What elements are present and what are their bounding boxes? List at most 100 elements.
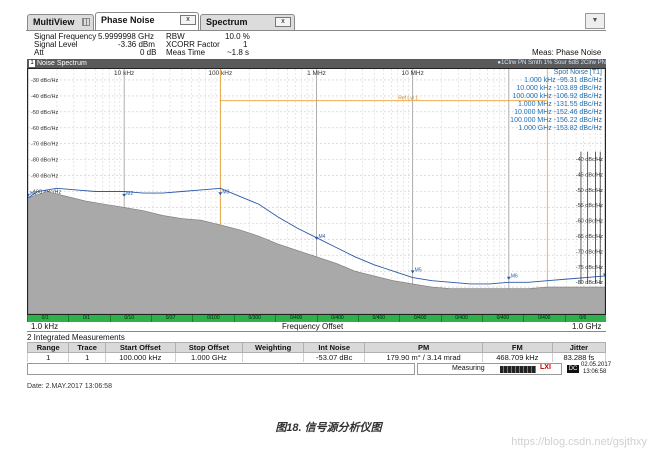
- marker-label: M1: [30, 191, 37, 197]
- col-start-offset: Start Offset: [104, 342, 176, 353]
- col-stop-offset: Stop Offset: [174, 342, 244, 353]
- marker-label: M6: [511, 274, 518, 280]
- marker-label: M4: [319, 234, 326, 240]
- y-right-tick-label: -65 dBc/Hz: [576, 234, 603, 240]
- marker-label: M2: [126, 191, 133, 197]
- col-pm: PM: [364, 342, 483, 353]
- meas-time-label: Meas Time: [166, 48, 206, 57]
- tab-multiview[interactable]: MultiView: [27, 14, 94, 30]
- figure-caption: 图18. 信号源分析仪图: [275, 422, 382, 434]
- y-tick-label: -60 dBc/Hz: [31, 126, 58, 132]
- spot-noise-title: Spot Noise [T1]: [553, 69, 602, 76]
- status-progress-field: Measuring LXI: [417, 363, 562, 375]
- att-value: 0 dB: [140, 48, 157, 57]
- status-time: 13:06:58: [583, 369, 607, 375]
- marker-label: M5: [415, 267, 422, 273]
- range-bar-divider: [523, 315, 525, 322]
- range-bar-divider: [399, 315, 401, 322]
- window-menu-button[interactable]: ▼: [585, 13, 605, 29]
- noise-spectrum-plot[interactable]: 10 kHz 100 kHz 1 MHz 10 MHz -30 dBc/Hz -40 dB…: [27, 68, 606, 315]
- spot-noise-row: 10.000 MHz -152.46 dBc/Hz: [514, 109, 602, 116]
- spot-noise-row: 10.000 kHz -103.89 dBc/Hz: [516, 85, 602, 92]
- status-message-field: [27, 363, 415, 375]
- y-right-tick-label: -60 dBc/Hz: [576, 219, 603, 225]
- marker-label: M3: [222, 189, 229, 195]
- x-center-label: Frequency Offset: [282, 322, 344, 331]
- col-weighting: Weighting: [242, 342, 305, 353]
- watermark: https://blog.csdn.net/gsjthxy: [511, 436, 647, 448]
- range-bar-divider: [151, 315, 153, 322]
- range-bar-label: 0/37: [165, 315, 176, 321]
- range-bar-label: 0/400: [372, 315, 386, 321]
- range-bar-label: 0/400: [496, 315, 510, 321]
- range-bar-divider: [316, 315, 318, 322]
- x-start-label: 1.0 kHz: [31, 322, 59, 331]
- status-date: 02.05.2017: [581, 362, 612, 368]
- axis-footer-divider: [27, 331, 606, 332]
- range-bar-label: 0/100: [207, 315, 220, 321]
- y-right-tick-label: -45 dBc/Hz: [576, 172, 603, 178]
- x-stop-label: 1.0 GHz: [572, 322, 602, 331]
- meas-time-value: ~1.8 s: [227, 48, 250, 57]
- x-tick-label: 10 MHz: [401, 70, 423, 77]
- tab-multiview-label: MultiView: [33, 17, 75, 27]
- y-tick-label: -50 dBc/Hz: [31, 110, 58, 116]
- range-bar-label: 0/400: [331, 315, 344, 321]
- y-right-tick-label: -80 dBc/Hz: [576, 280, 603, 286]
- spot-noise-row: 100.000 kHz -106.92 dBc/Hz: [512, 93, 603, 100]
- range-bar-divider: [357, 315, 359, 322]
- status-bar: Measuring LXI DC 02.05.2017 13:06:58: [27, 361, 611, 376]
- col-jitter: Jitter: [551, 342, 607, 353]
- tab-spectrum[interactable]: Spectrum x: [200, 14, 295, 30]
- range-bar-label: 0/10: [124, 315, 135, 321]
- tab-spectrum-label: Spectrum: [206, 17, 248, 27]
- range-bar-divider: [275, 315, 277, 322]
- range-bar-label: 0/1: [83, 315, 90, 321]
- tab-phase-noise[interactable]: Phase Noise x: [95, 12, 199, 30]
- range-bar-label: 0/1: [41, 315, 49, 321]
- trace-info: ●1Clrw PN Smth 1% Sour 6dB 2Clrw PN: [497, 60, 606, 66]
- spot-noise-row: 1.000 MHz -131.55 dBc/Hz: [517, 101, 602, 108]
- att-label: Att: [34, 48, 44, 57]
- range-bar-label: 0/400: [289, 315, 303, 321]
- range-bar-divider: [192, 315, 194, 322]
- y-tick-label: -90 dBc/Hz: [31, 174, 58, 180]
- range-bar-divider: [564, 315, 566, 322]
- footer-date: Date: 2.MAY.2017 13:06:58: [27, 383, 112, 390]
- range-bar-divider: [481, 315, 483, 322]
- y-tick-label: -70 dBc/Hz: [31, 142, 58, 148]
- y-tick-label: -80 dBc/Hz: [31, 158, 58, 164]
- range-bar-divider: [68, 315, 70, 322]
- spot-noise-row: 1.000 kHz -95.31 dBc/Hz: [524, 77, 602, 84]
- x-tick-label: 1 MHz: [307, 70, 326, 77]
- meas-mode-label: Meas: Phase Noise: [532, 48, 602, 57]
- tabbar-divider: [26, 30, 606, 31]
- range-bar-label: 0/300: [248, 315, 261, 321]
- window-title: Noise Spectrum: [37, 60, 87, 67]
- window-number-badge: 1: [29, 60, 35, 67]
- ref-line-label: Ref Lvl 1: [398, 96, 418, 102]
- spot-noise-row: 100.000 MHz -156.22 dBc/Hz: [510, 117, 602, 124]
- y-right-tick-label: -50 dBc/Hz: [576, 188, 603, 194]
- col-int-noise: Int Noise: [303, 342, 366, 353]
- range-bar-divider: [109, 315, 111, 322]
- col-fm: FM: [481, 342, 553, 353]
- tab-phase-noise-label: Phase Noise: [101, 15, 155, 25]
- tab-multiview-grid-icon: [82, 18, 90, 26]
- dc-badge: DC: [567, 365, 579, 373]
- progress-bar: [500, 366, 536, 373]
- range-bar-divider: [27, 315, 28, 322]
- y-right-tick-label: -40 dBc/Hz: [576, 157, 603, 163]
- integrated-measurements-table: Range Trace Start Offset Stop Offset Wei…: [26, 342, 607, 362]
- tab-phase-noise-close-icon[interactable]: x: [180, 15, 196, 25]
- range-bar-divider: [440, 315, 442, 322]
- range-bar-divider: [233, 315, 235, 322]
- y-right-tick-label: -75 dBc/Hz: [576, 265, 603, 271]
- y-right-tick-label: -55 dBc/Hz: [576, 203, 603, 209]
- range-bar-label: 0/6: [579, 315, 587, 321]
- spot-noise-panel: Spot Noise [T1] 1.000 kHz -95.31 dBc/Hz …: [482, 69, 602, 137]
- tab-spectrum-close-icon[interactable]: x: [275, 17, 291, 27]
- y-right-tick-label: -70 dBc/Hz: [576, 249, 603, 255]
- measuring-label: Measuring: [452, 365, 485, 372]
- spot-noise-row: 1.000 GHz -153.82 dBc/Hz: [518, 125, 602, 132]
